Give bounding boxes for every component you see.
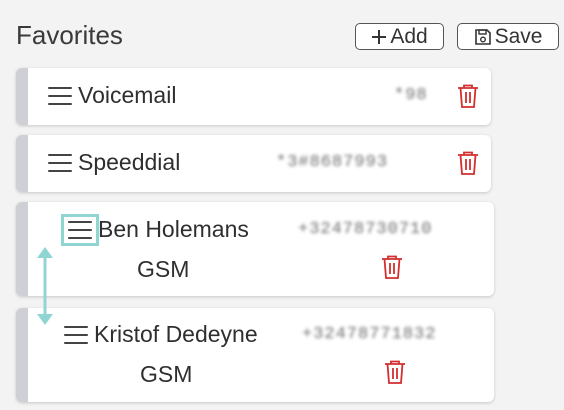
drag-handle-icon[interactable] xyxy=(48,154,72,172)
favorite-item[interactable]: Ben Holemans +32478730710 GSM xyxy=(16,202,494,296)
save-button-label: Save xyxy=(494,24,543,48)
favorite-item[interactable]: Kristof Dedeyne +32478771832 GSM xyxy=(16,308,494,402)
trash-icon[interactable] xyxy=(456,150,480,176)
favorite-number: +32478730710 xyxy=(298,220,433,239)
plus-icon xyxy=(371,29,387,45)
favorite-number: *3#8687993 xyxy=(276,153,389,172)
add-button[interactable]: Add xyxy=(355,23,444,50)
favorite-type: GSM xyxy=(137,256,190,282)
favorite-name: Speeddial xyxy=(78,149,181,175)
save-button[interactable]: Save xyxy=(457,23,559,50)
favorite-number: *98 xyxy=(394,86,428,105)
favorite-item[interactable]: Speeddial *3#8687993 xyxy=(16,135,491,192)
favorite-name: Voicemail xyxy=(78,82,177,108)
double-arrow-icon xyxy=(37,247,53,325)
favorite-number: +32478771832 xyxy=(302,325,437,344)
favorite-name: Ben Holemans xyxy=(98,216,249,242)
favorite-name: Kristof Dedeyne xyxy=(94,321,258,347)
drag-handle-icon[interactable] xyxy=(61,214,99,246)
trash-icon[interactable] xyxy=(456,83,480,109)
trash-icon[interactable] xyxy=(383,359,407,385)
add-button-label: Add xyxy=(390,24,428,48)
floppy-disk-icon xyxy=(474,28,492,46)
page-title: Favorites xyxy=(16,20,123,50)
favorite-item[interactable]: Voicemail *98 xyxy=(16,68,491,125)
trash-icon[interactable] xyxy=(380,254,404,280)
drag-handle-icon[interactable] xyxy=(48,87,72,105)
drag-handle-icon[interactable] xyxy=(64,326,88,344)
favorite-type: GSM xyxy=(140,361,193,387)
